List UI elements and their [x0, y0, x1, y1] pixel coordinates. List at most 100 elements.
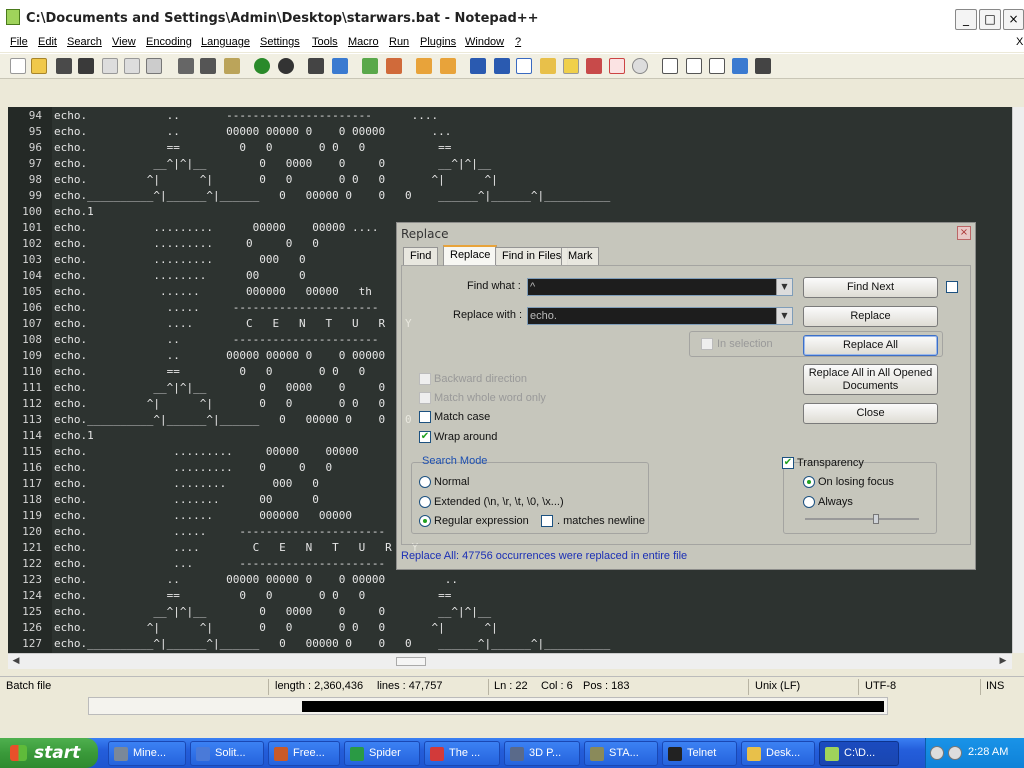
monitoring-icon[interactable] — [609, 58, 625, 74]
horizontal-scrollbar[interactable]: ◀ ▶ — [8, 653, 1012, 669]
code-line[interactable]: 100 echo.1 — [8, 204, 1012, 220]
taskbar-button[interactable]: Spider — [344, 741, 420, 766]
folder-as-workspace-icon[interactable] — [586, 58, 602, 74]
mode-regex-radio[interactable] — [419, 515, 431, 527]
menu-plugins[interactable]: Plugins — [420, 36, 456, 48]
zoom-in-icon[interactable] — [362, 58, 378, 74]
stop-macro-icon[interactable] — [686, 58, 702, 74]
menu-file[interactable]: File — [10, 36, 28, 48]
match-case-checkbox[interactable] — [419, 411, 431, 423]
find-next-button[interactable]: Find Next — [803, 277, 938, 298]
taskbar-button[interactable]: Solit... — [190, 741, 264, 766]
taskbar-button[interactable]: STA... — [584, 741, 658, 766]
menu-macro[interactable]: Macro — [348, 36, 379, 48]
new-file-icon[interactable] — [10, 58, 26, 74]
on-losing-focus-radio[interactable] — [803, 476, 815, 488]
find-next-option-checkbox[interactable] — [946, 281, 958, 293]
backward-direction-checkbox[interactable] — [419, 373, 431, 385]
tab-find[interactable]: Find — [403, 247, 439, 265]
match-whole-word-checkbox[interactable] — [419, 392, 431, 404]
zoom-out-icon[interactable] — [386, 58, 402, 74]
menu-close-doc[interactable]: X — [1016, 36, 1023, 48]
close-button[interactable]: × — [1003, 9, 1024, 30]
chevron-down-icon[interactable]: ▼ — [776, 279, 792, 295]
show-all-chars-icon[interactable] — [494, 58, 510, 74]
in-selection-checkbox[interactable] — [701, 338, 713, 350]
cut-icon[interactable] — [178, 58, 194, 74]
code-line[interactable]: 99 echo.__________^|______^|______ 0 0000… — [8, 188, 1012, 204]
word-wrap-icon[interactable] — [470, 58, 486, 74]
function-list-icon[interactable] — [563, 58, 579, 74]
menu-view[interactable]: View — [112, 36, 136, 48]
tab-mark[interactable]: Mark — [561, 247, 600, 265]
menu-settings[interactable]: Settings — [260, 36, 300, 48]
taskbar-button[interactable]: Desk... — [741, 741, 815, 766]
close-file-icon[interactable] — [102, 58, 118, 74]
mode-extended-radio[interactable] — [419, 496, 431, 508]
sync-vertical-icon[interactable] — [416, 58, 432, 74]
print-icon[interactable] — [146, 58, 162, 74]
mode-normal-radio[interactable] — [419, 476, 431, 488]
replace-all-opened-button[interactable]: Replace All in All Opened Documents — [803, 364, 938, 395]
menu-search[interactable]: Search — [67, 36, 102, 48]
redo-icon[interactable] — [278, 58, 294, 74]
find-icon[interactable] — [308, 58, 324, 74]
code-line[interactable]: 97 echo. __^|^|__ 0 0000 0 0 __^|^|__ — [8, 156, 1012, 172]
menu-tools[interactable]: Tools — [312, 36, 338, 48]
scroll-thumb[interactable] — [396, 657, 426, 666]
wrap-around-checkbox[interactable]: ✔ — [419, 431, 431, 443]
taskbar-button[interactable]: 3D P... — [504, 741, 580, 766]
menu-window[interactable]: Window — [465, 36, 504, 48]
title-bar[interactable]: C:\Documents and Settings\Admin\Desktop\… — [0, 0, 1024, 36]
close-all-icon[interactable] — [124, 58, 140, 74]
taskbar-button[interactable]: Mine... — [108, 741, 186, 766]
doc-map-icon[interactable] — [540, 58, 556, 74]
replace-button[interactable]: Replace — [803, 306, 938, 327]
save-macro-icon[interactable] — [755, 58, 771, 74]
keyboard-icon[interactable] — [930, 746, 944, 760]
close-dialog-button[interactable]: Close — [803, 403, 938, 424]
menu-language[interactable]: Language — [201, 36, 250, 48]
code-line[interactable]: 125 echo. __^|^|__ 0 0000 0 0 __^|^|__ — [8, 604, 1012, 620]
indent-guide-icon[interactable] — [516, 58, 532, 74]
sync-horizontal-icon[interactable] — [440, 58, 456, 74]
save-all-icon[interactable] — [78, 58, 94, 74]
copy-icon[interactable] — [200, 58, 216, 74]
menu-help[interactable]: ? — [515, 36, 521, 48]
transparency-slider-track[interactable] — [805, 518, 919, 520]
start-button[interactable]: start — [0, 738, 98, 768]
taskbar-button[interactable]: Free... — [268, 741, 340, 766]
chevron-down-icon[interactable]: ▼ — [776, 308, 792, 324]
open-folder-icon[interactable] — [31, 58, 47, 74]
save-icon[interactable] — [56, 58, 72, 74]
taskbar-button[interactable]: C:\D... — [819, 741, 899, 766]
code-line[interactable]: 127 echo.__________^|______^|______ 0 000… — [8, 636, 1012, 652]
taskbar-button[interactable]: Telnet — [662, 741, 737, 766]
record-macro-icon[interactable] — [662, 58, 678, 74]
minimize-button[interactable]: _ — [955, 9, 977, 30]
replace-with-input[interactable]: echo. ▼ — [527, 307, 793, 325]
vertical-scrollbar[interactable] — [1012, 107, 1024, 653]
replace-icon[interactable] — [332, 58, 348, 74]
code-line[interactable]: 124 echo. == 0 0 0 0 0 == — [8, 588, 1012, 604]
menu-run[interactable]: Run — [389, 36, 409, 48]
clock-back-icon[interactable] — [948, 746, 962, 760]
code-line[interactable]: 94 echo. .. ---------------------- .... — [8, 108, 1012, 124]
paste-icon[interactable] — [224, 58, 240, 74]
undo-icon[interactable] — [254, 58, 270, 74]
maximize-button[interactable]: □ — [979, 9, 1001, 30]
eye-icon[interactable] — [632, 58, 648, 74]
taskbar-button[interactable]: The ... — [424, 741, 500, 766]
code-line[interactable]: 95 echo. .. 00000 00000 0 0 00000 ... — [8, 124, 1012, 140]
play-macro-icon[interactable] — [709, 58, 725, 74]
transparency-checkbox[interactable]: ✔ — [782, 457, 794, 469]
menu-encoding[interactable]: Encoding — [146, 36, 192, 48]
tab-find-in-files[interactable]: Find in Files — [495, 247, 569, 265]
replace-all-button[interactable]: Replace All — [803, 335, 938, 356]
matches-newline-checkbox[interactable] — [541, 515, 553, 527]
tab-replace[interactable]: Replace — [443, 245, 498, 266]
code-line[interactable]: 126 echo. ^| ^| 0 0 0 0 0 ^| ^| — [8, 620, 1012, 636]
scroll-right-icon[interactable]: ▶ — [996, 655, 1010, 668]
menu-edit[interactable]: Edit — [38, 36, 57, 48]
code-line[interactable]: 96 echo. == 0 0 0 0 0 == — [8, 140, 1012, 156]
